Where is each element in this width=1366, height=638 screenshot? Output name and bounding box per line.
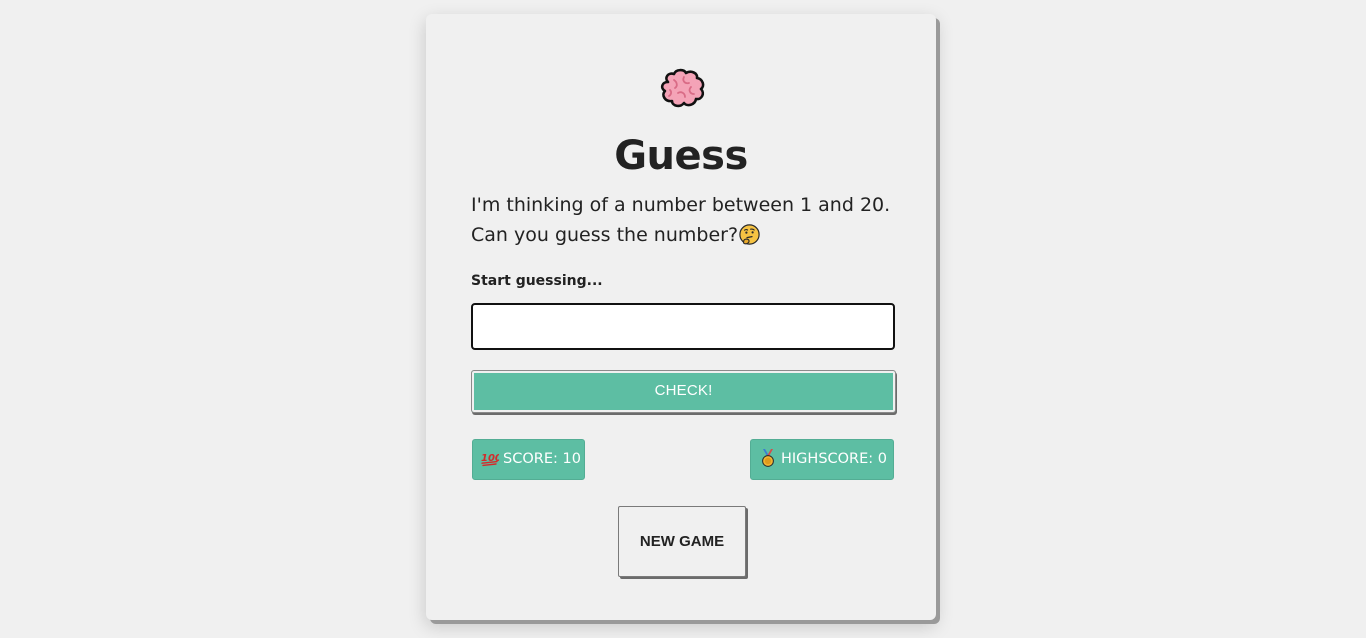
input-label: Start guessing... xyxy=(471,273,603,289)
score-text: SCORE: 10 xyxy=(503,451,581,467)
description-question: Can you guess the number? xyxy=(471,224,739,246)
brain-icon xyxy=(658,68,706,110)
guess-input[interactable] xyxy=(471,303,895,350)
hundred-points-icon: 100 xyxy=(481,444,502,467)
medal-icon xyxy=(759,444,777,467)
highscore-badge: HIGHSCORE: 0 xyxy=(750,439,894,480)
game-description: I'm thinking of a number between 1 and 2… xyxy=(471,190,911,250)
check-button[interactable]: CHECK! xyxy=(471,370,896,413)
highscore-text: HIGHSCORE: 0 xyxy=(781,451,888,467)
game-card: Guess I'm thinking of a number between 1… xyxy=(426,14,936,620)
new-game-button[interactable]: NEW GAME xyxy=(618,506,746,577)
score-badge: 100 SCORE: 10 xyxy=(472,439,585,480)
page-title: Guess xyxy=(614,133,748,179)
thinking-face-icon xyxy=(739,224,760,245)
description-line-1: I'm thinking of a number between 1 and 2… xyxy=(471,194,891,216)
description-line-2: Can you guess the number? xyxy=(471,220,911,250)
